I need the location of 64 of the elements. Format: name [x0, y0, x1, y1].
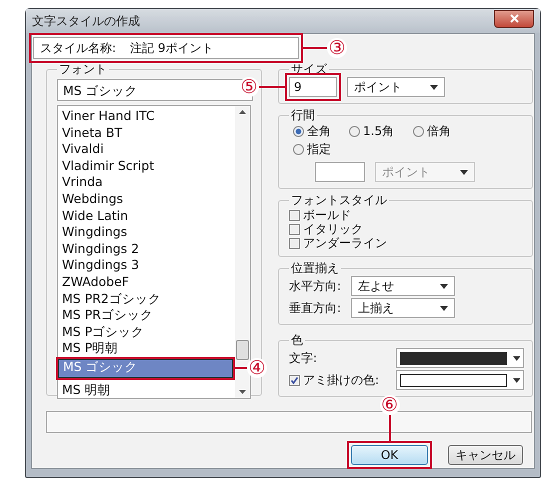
field-label: 垂直方向: [289, 300, 342, 316]
leader-line [259, 86, 285, 88]
window-title: 文字スタイルの作成 [32, 12, 140, 30]
leader-line [388, 415, 390, 441]
radio-option[interactable]: 全角 [293, 123, 349, 140]
leader-line [235, 367, 247, 370]
style-name-field[interactable]: スタイル名称: 注記 9ポイント [33, 37, 299, 59]
checkmark-icon [290, 376, 299, 384]
alignment-dropdown[interactable]: 上揃え [351, 298, 456, 318]
scrollbar[interactable] [235, 106, 250, 398]
font-list-item[interactable]: Wingdings [58, 224, 235, 241]
radio-option[interactable]: 1.5角 [349, 123, 413, 140]
group-label: 色 [290, 333, 304, 347]
caret-icon [440, 306, 448, 310]
radio-option[interactable]: 倍角 [413, 123, 473, 140]
checkbox-option[interactable]: アンダーライン [289, 236, 524, 250]
checkbox-option[interactable]: イタリック [289, 222, 524, 236]
highlight-frame [285, 73, 341, 101]
scroll-up-icon[interactable] [239, 110, 246, 114]
font-list-item[interactable]: MS 明朝 [58, 382, 235, 398]
font-list-item[interactable]: Webdings [58, 190, 235, 208]
checkbox-option[interactable]: アミ掛けの色: [289, 372, 380, 388]
font-list-item[interactable]: MS PR2ゴシック [58, 290, 235, 308]
font-list-item[interactable]: Vivaldi [58, 141, 235, 158]
leader-line [303, 47, 327, 49]
field-label: スタイル名称: [40, 40, 116, 56]
dialog-button[interactable]: OK [351, 445, 428, 465]
font-list-item[interactable]: MS P明朝 [58, 340, 235, 357]
group-label: 位置揃え [290, 261, 340, 275]
unit-dropdown[interactable]: ポイント [347, 77, 445, 97]
font-list-item[interactable]: Vladimir Script [58, 158, 235, 174]
field-value: 注記 9ポイント [130, 40, 214, 56]
font-list-item[interactable]: Vrinda [58, 174, 235, 191]
field-label: 文字: [289, 350, 318, 366]
caret-icon [460, 170, 468, 174]
scroll-down-icon[interactable] [239, 390, 246, 394]
radio-option[interactable]: 指定 [293, 141, 349, 158]
group-label: フォント [58, 62, 108, 76]
font-list-item[interactable]: MS Pゴシック [58, 324, 235, 340]
caret-icon [430, 84, 438, 90]
font-list-item[interactable]: Vineta BT [58, 124, 235, 142]
close-icon [510, 14, 518, 23]
font-list-item[interactable]: ZWAdobeF [58, 274, 235, 291]
close-button[interactable] [494, 10, 534, 28]
checkbox-option[interactable]: ボールド [289, 208, 524, 222]
caret-icon [440, 284, 448, 288]
font-list-item[interactable]: Viner Hand ITC [58, 108, 235, 125]
font-list-item[interactable]: MS PRゴシック [58, 307, 235, 324]
spacing-field[interactable] [315, 162, 365, 182]
color-dropdown[interactable] [396, 348, 524, 368]
caret-icon [512, 378, 520, 382]
font-list-item[interactable]: MS ゴシック [58, 358, 233, 378]
field-label: 水平方向: [289, 278, 342, 294]
font-list-item[interactable]: Wingdings 2 [58, 240, 235, 258]
size-field[interactable]: 9 [289, 77, 337, 97]
group-label: フォントスタイル [290, 193, 388, 207]
caret-icon [512, 356, 520, 360]
font-list-item[interactable]: Wingdings 3 [58, 257, 235, 274]
group-label: 行間 [290, 108, 316, 122]
alignment-dropdown[interactable]: 左よせ [351, 276, 456, 296]
font-list-item[interactable]: Wide Latin [58, 208, 235, 224]
color-dropdown[interactable] [396, 370, 524, 390]
scroll-thumb[interactable] [236, 340, 249, 360]
dialog-button[interactable]: キャンセル [448, 445, 523, 465]
